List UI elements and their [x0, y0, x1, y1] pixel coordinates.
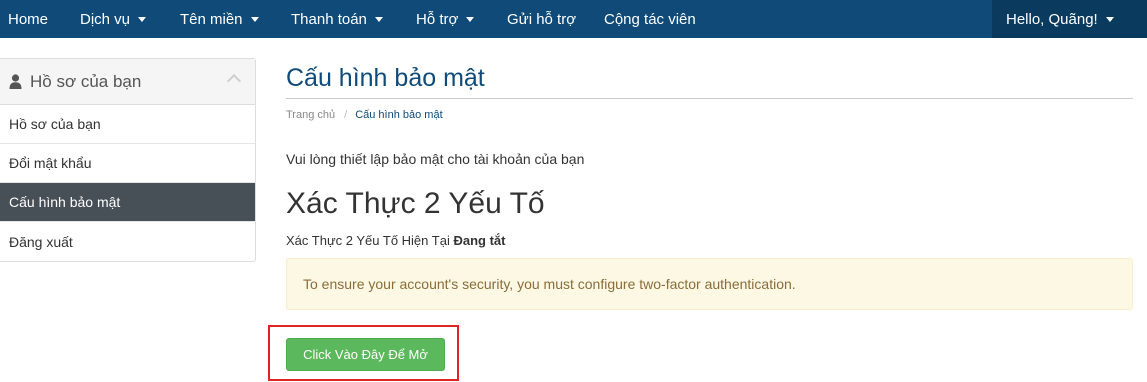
- breadcrumb-home-link[interactable]: Trang chủ: [286, 109, 335, 121]
- caret-down-icon: [1105, 17, 1114, 22]
- nav-submit-ticket-label: Gửi hỗ trợ: [507, 10, 577, 28]
- alert-text: To ensure your account's security, you m…: [303, 276, 796, 292]
- sidebar-item-logout[interactable]: Đăng xuất: [0, 222, 255, 261]
- user-menu-label: Hello, Quãng!: [1006, 10, 1098, 28]
- security-warning-alert: To ensure your account's security, you m…: [286, 258, 1133, 310]
- nav-services[interactable]: Dịch vụ: [80, 0, 147, 38]
- sidebar-item-change-password[interactable]: Đổi mật khẩu: [0, 144, 255, 183]
- nav-billing[interactable]: Thanh toán: [291, 0, 383, 38]
- enable-two-factor-button[interactable]: Click Vào Đây Để Mở: [286, 338, 445, 371]
- sidebar-item-label: Cấu hình bảo mật: [9, 194, 121, 210]
- user-menu[interactable]: Hello, Quãng!: [992, 0, 1147, 38]
- nav-support-label: Hỗ trợ: [416, 10, 459, 28]
- two-factor-status-value: Đang tắt: [453, 233, 506, 248]
- top-navbar: Home Dịch vụ Tên miền Thanh toán Hỗ trợ …: [0, 0, 1147, 38]
- nav-billing-label: Thanh toán: [291, 10, 367, 28]
- nav-support[interactable]: Hỗ trợ: [416, 0, 475, 38]
- intro-text: Vui lòng thiết lập bảo mật cho tài khoản…: [286, 151, 585, 167]
- caret-down-icon: [374, 17, 383, 22]
- user-icon: [9, 74, 22, 89]
- breadcrumb-current: Cấu hình bảo mật: [355, 109, 443, 121]
- sidebar-item-label: Đổi mật khẩu: [9, 155, 92, 171]
- nav-services-label: Dịch vụ: [80, 10, 131, 28]
- breadcrumb-separator: /: [344, 109, 348, 121]
- enable-two-factor-button-label: Click Vào Đây Để Mở: [303, 347, 428, 362]
- profile-sidebar: Hồ sơ của bạn Hồ sơ của bạn Đổi mật khẩu…: [0, 58, 256, 262]
- nav-home[interactable]: Home: [8, 0, 48, 38]
- nav-submit-ticket[interactable]: Gửi hỗ trợ: [507, 0, 576, 38]
- chevron-up-icon[interactable]: [226, 73, 242, 89]
- nav-home-label: Home: [8, 10, 49, 28]
- sidebar-item-profile[interactable]: Hồ sơ của bạn: [0, 105, 255, 144]
- sidebar-item-security[interactable]: Cấu hình bảo mật: [0, 183, 255, 222]
- sidebar-title: Hồ sơ của bạn: [30, 71, 142, 91]
- nav-affiliates-label: Cộng tác viên: [604, 10, 696, 28]
- breadcrumb: Trang chủ / Cấu hình bảo mật: [286, 109, 1133, 121]
- main-content: Cấu hình bảo mật Trang chủ / Cấu hình bả…: [286, 58, 1133, 310]
- two-factor-heading: Xác Thực 2 Yếu Tố: [286, 187, 545, 220]
- nav-domains[interactable]: Tên miền: [180, 0, 259, 38]
- nav-domains-label: Tên miền: [180, 10, 243, 28]
- sidebar-item-label: Hồ sơ của bạn: [9, 116, 101, 132]
- two-factor-status-prefix: Xác Thực 2 Yếu Tố Hiện Tại: [286, 233, 454, 248]
- sidebar-header[interactable]: Hồ sơ của bạn: [0, 59, 255, 105]
- caret-down-icon: [466, 17, 475, 22]
- caret-down-icon: [138, 17, 147, 22]
- nav-affiliates[interactable]: Cộng tác viên: [604, 0, 696, 38]
- page-title: Cấu hình bảo mật: [286, 58, 1133, 99]
- two-factor-status: Xác Thực 2 Yếu Tố Hiện Tại Đang tắt: [286, 233, 1133, 248]
- sidebar-item-label: Đăng xuất: [9, 233, 73, 250]
- caret-down-icon: [250, 17, 259, 22]
